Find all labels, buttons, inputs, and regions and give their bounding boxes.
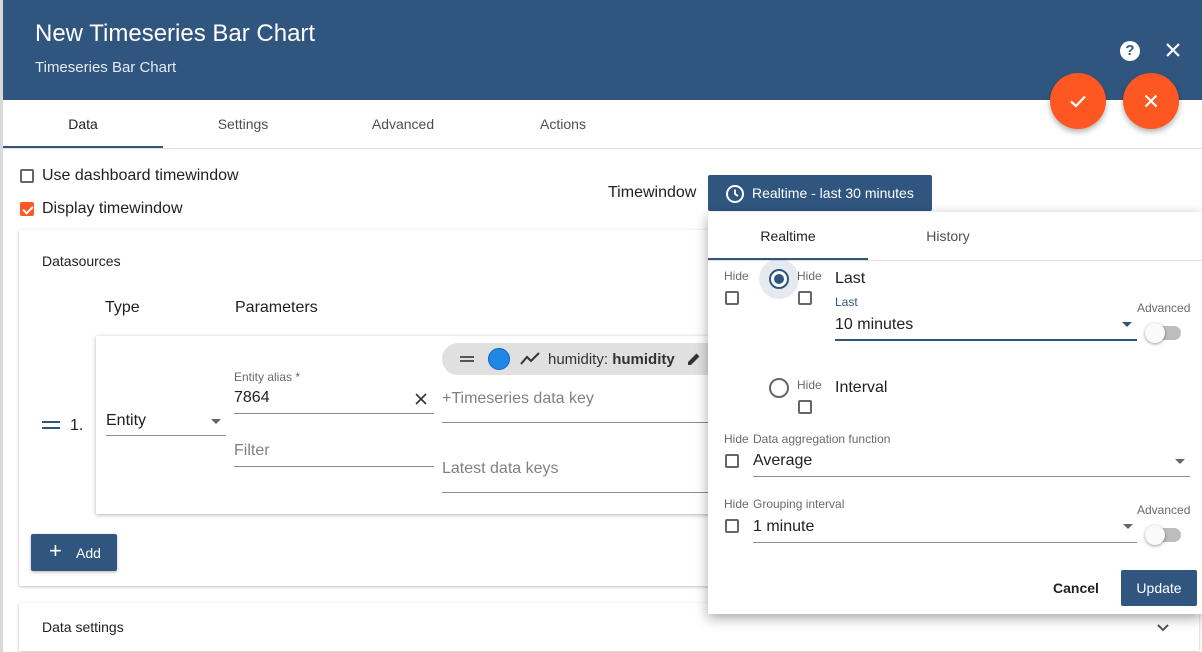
timeseries-key-input[interactable]: +Timeseries data key: [442, 390, 594, 408]
dialog-subtitle: Timeseries Bar Chart: [35, 59, 177, 76]
entity-alias-label: Entity alias *: [234, 370, 301, 384]
tab-bar: Data Settings Advanced Actions: [3, 100, 1202, 149]
display-timewindow-label: Display timewindow: [42, 200, 183, 217]
interval-label: Interval: [835, 379, 888, 396]
dialog-header: New Timeseries Bar Chart Timeseries Bar …: [3, 0, 1202, 100]
aggregation-underline: [753, 476, 1190, 477]
aggregation-label: Data aggregation function: [753, 432, 891, 446]
datasource-index: 1.: [70, 417, 84, 434]
hide-label: Hide: [724, 432, 749, 446]
clear-icon[interactable]: [415, 392, 427, 405]
column-type-header: Type: [105, 299, 140, 316]
timeseries-icon: [520, 352, 540, 365]
color-swatch[interactable]: [488, 348, 510, 370]
display-timewindow-checkbox[interactable]: [20, 202, 34, 216]
timeseries-key-underline: [442, 422, 708, 423]
hide-last-checkbox[interactable]: [798, 291, 812, 305]
plus-icon: +: [49, 538, 62, 563]
hide-label: Hide: [797, 378, 822, 392]
timewindow-button[interactable]: Realtime - last 30 minutes: [708, 175, 932, 211]
aggregation-select[interactable]: Average: [753, 452, 812, 470]
update-button[interactable]: Update: [1121, 570, 1197, 606]
timewindow-button-label: Realtime - last 30 minutes: [752, 185, 914, 201]
last-label: Last: [835, 270, 866, 287]
latest-keys-underline: [442, 492, 708, 493]
type-select-value[interactable]: Entity: [106, 412, 146, 430]
hide-aggregation-checkbox[interactable]: [725, 454, 739, 468]
edit-icon[interactable]: [686, 351, 702, 367]
hide-interval-checkbox[interactable]: [798, 400, 812, 414]
drag-handle-icon[interactable]: [460, 356, 474, 362]
latest-keys-input[interactable]: Latest data keys: [442, 460, 559, 478]
chevron-down-icon: [1122, 322, 1132, 327]
advanced-label: Advanced: [1137, 503, 1191, 517]
add-label: Add: [76, 545, 101, 561]
use-dashboard-timewindow-checkbox[interactable]: [20, 169, 34, 183]
tab-advanced[interactable]: Advanced: [323, 100, 483, 148]
chevron-down-icon[interactable]: [1156, 623, 1170, 633]
hide-label: Hide: [724, 497, 749, 511]
grouping-advanced-toggle-thumb[interactable]: [1145, 525, 1165, 545]
chevron-down-icon: [1175, 459, 1185, 464]
chevron-down-icon: [1123, 524, 1133, 529]
data-key-name: humidity: [612, 351, 675, 368]
hide-checkbox[interactable]: [725, 291, 739, 305]
tab-history[interactable]: History: [868, 212, 1028, 260]
filter-underline: [234, 466, 434, 467]
drag-handle-icon[interactable]: [42, 421, 60, 429]
interval-radio[interactable]: [769, 378, 789, 398]
type-select-underline: [106, 435, 226, 436]
last-duration-select[interactable]: 10 minutes: [835, 316, 913, 334]
filter-input[interactable]: Filter: [234, 442, 270, 460]
grouping-underline: [753, 542, 1137, 543]
use-dashboard-timewindow-label: Use dashboard timewindow: [42, 167, 239, 184]
help-icon[interactable]: ?: [1120, 41, 1140, 61]
tab-data[interactable]: Data: [3, 100, 163, 148]
data-key-label: humidity:: [548, 351, 613, 368]
entity-alias-input[interactable]: 7864: [234, 389, 270, 407]
tab-settings[interactable]: Settings: [163, 100, 323, 148]
advanced-label: Advanced: [1137, 301, 1191, 315]
last-field-label: Last: [835, 295, 858, 309]
tab-actions[interactable]: Actions: [483, 100, 643, 148]
chevron-down-icon: [211, 419, 221, 424]
clock-icon: [726, 185, 744, 203]
cancel-button[interactable]: Cancel: [1042, 570, 1110, 606]
timewindow-label: Timewindow: [608, 184, 697, 201]
advanced-toggle-thumb[interactable]: [1145, 323, 1165, 343]
hide-label: Hide: [724, 269, 749, 283]
hide-label: Hide: [797, 269, 822, 283]
add-datasource-button[interactable]: + Add: [31, 534, 117, 571]
grouping-select[interactable]: 1 minute: [753, 518, 814, 536]
tab-realtime[interactable]: Realtime: [708, 212, 868, 260]
entity-alias-underline: [234, 413, 434, 414]
column-parameters-header: Parameters: [235, 299, 318, 316]
close-icon[interactable]: [1161, 38, 1185, 62]
data-settings-title: Data settings: [42, 619, 124, 635]
grouping-label: Grouping interval: [753, 497, 845, 511]
hide-grouping-checkbox[interactable]: [725, 519, 739, 533]
dialog-title: New Timeseries Bar Chart: [35, 20, 316, 47]
datasources-title: Datasources: [42, 253, 121, 269]
data-key-chip[interactable]: humidity: humidity: [442, 343, 732, 375]
last-duration-underline: [835, 339, 1137, 341]
last-radio[interactable]: [769, 269, 789, 289]
timewindow-popup: Realtime History Hide Hide Last Last 10 …: [708, 212, 1202, 614]
